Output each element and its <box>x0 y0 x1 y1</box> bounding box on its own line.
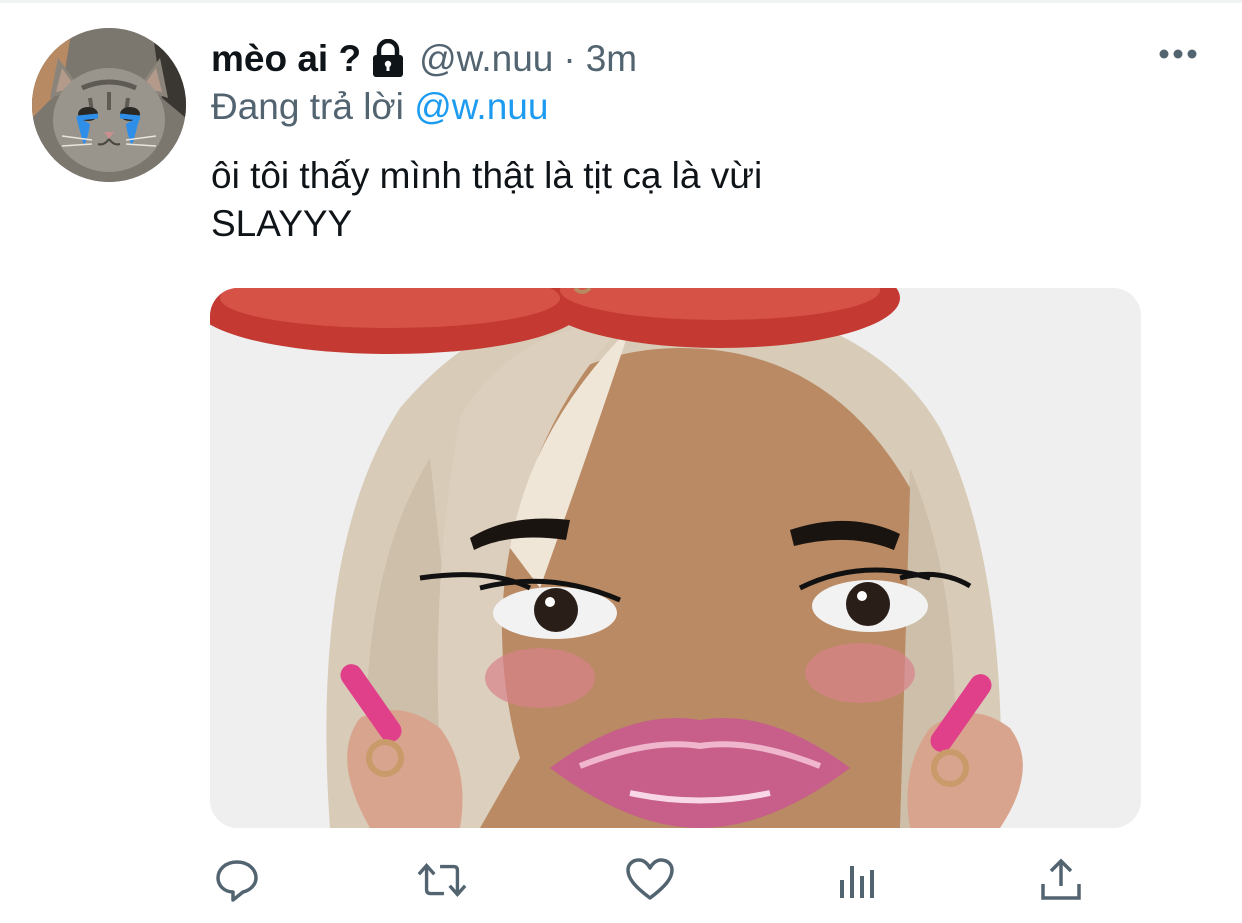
timestamp[interactable]: 3m <box>586 38 637 80</box>
divider <box>0 0 1242 3</box>
replying-to: Đang trả lời @w.nuu <box>211 84 548 130</box>
tweet-text-line: ôi tôi thấy mình thật là tịt cạ là vừi <box>211 155 763 196</box>
tweet-actions <box>0 850 1242 910</box>
user-handle[interactable]: @w.nuu <box>419 38 553 80</box>
tweet-text: ôi tôi thấy mình thật là tịt cạ là vừi S… <box>211 152 762 248</box>
avatar[interactable] <box>32 28 186 182</box>
media-illustration <box>210 288 1141 828</box>
share-icon[interactable] <box>1034 850 1088 910</box>
analytics-icon[interactable] <box>829 850 883 910</box>
more-horizontal-icon[interactable] <box>1156 42 1200 66</box>
tweet-text-line: SLAYYY <box>211 203 353 244</box>
reply-icon[interactable] <box>210 850 264 910</box>
retweet-icon[interactable] <box>415 850 469 910</box>
heart-icon[interactable] <box>623 850 677 910</box>
replying-prefix: Đang trả lời <box>211 86 404 127</box>
lock-icon <box>371 38 405 79</box>
tweet-header: mèo ai ? @w.nuu · 3m <box>211 36 637 82</box>
display-name[interactable]: mèo ai ? <box>211 38 361 80</box>
separator-dot: · <box>563 38 576 79</box>
replying-mention[interactable]: @w.nuu <box>414 86 548 127</box>
cat-avatar-image <box>32 28 186 182</box>
tweet[interactable]: mèo ai ? @w.nuu · 3m Đang trả lời @w.nuu… <box>0 0 1242 923</box>
tweet-media-image[interactable] <box>210 288 1141 828</box>
